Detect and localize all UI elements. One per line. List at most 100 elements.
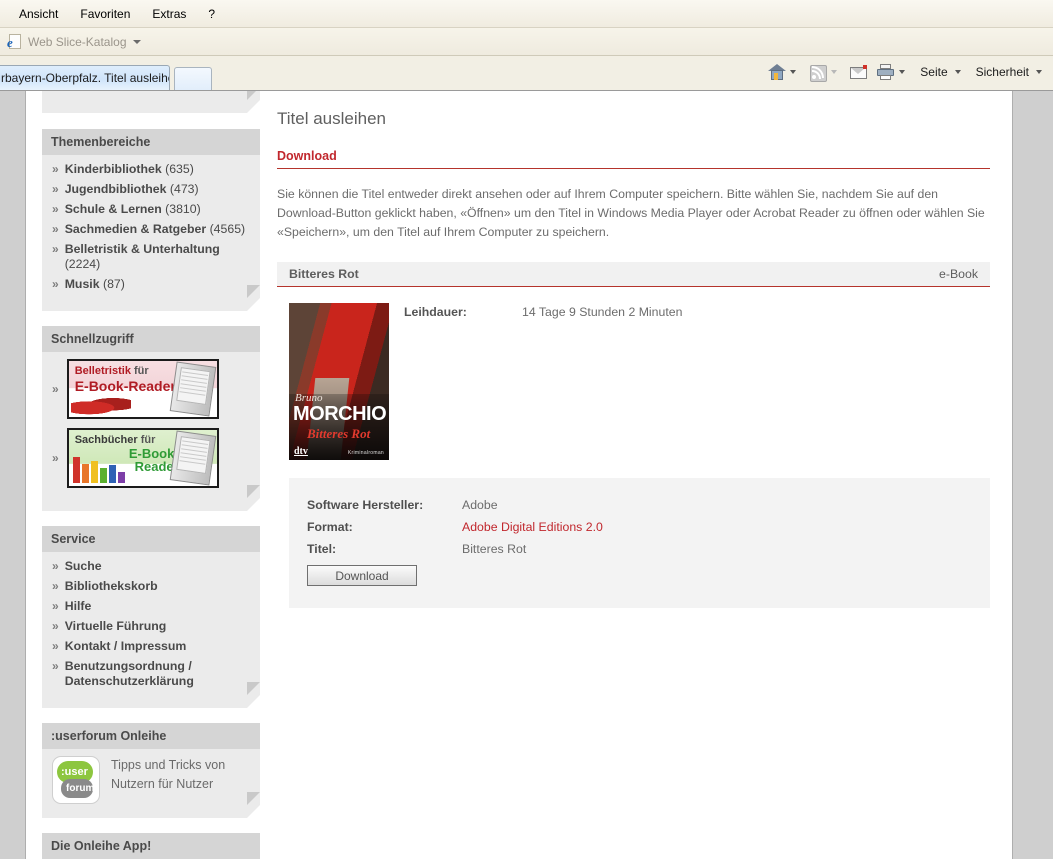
petal-graphic	[70, 397, 131, 415]
sidebar-item-suche[interactable]: Suche	[65, 559, 102, 574]
sidebar-item-label: Schule & Lernen	[64, 202, 162, 216]
favorites-bar: e Web Slice-Katalog	[0, 28, 1053, 56]
printer-icon	[876, 63, 895, 81]
list-item[interactable]: » Bibliothekskorb	[52, 579, 250, 594]
sidebar-box-title: Themenbereiche	[42, 129, 260, 155]
banner-row-belletristik[interactable]: » Belletristik für E-Book-Reader	[52, 359, 250, 419]
item-meta: Leihdauer: 14 Tage 9 Stunden 2 Minuten	[389, 303, 990, 460]
feeds-button[interactable]	[805, 58, 844, 86]
title-header-row: Bitteres Rot e-Book	[277, 262, 990, 287]
userforum-logo-bottom: forum	[66, 783, 95, 794]
list-item[interactable]: » Belletristik & Unterhaltung (2224)	[52, 242, 250, 272]
chevron-down-icon[interactable]	[790, 70, 797, 74]
tab-title: rbayern-Oberpfalz. Titel ausleihen	[1, 71, 170, 85]
browser-chrome: Ansicht Favoriten Extras ? e Web Slice-K…	[0, 0, 1053, 91]
sidebar-box-onleihe-app: Die Onleihe App! Für Android und iPhone/…	[42, 833, 260, 859]
list-item[interactable]: » Sachmedien & Ratgeber (4565)	[52, 222, 250, 237]
section-divider	[277, 168, 990, 169]
right-gutter	[1013, 91, 1053, 859]
chevron-down-icon[interactable]	[831, 70, 838, 74]
chevron-right-icon: »	[52, 242, 59, 256]
userforum-logo-icon: :user forum	[52, 756, 100, 804]
menu-item-favoriten[interactable]: Favoriten	[69, 4, 141, 24]
chevron-right-icon: »	[52, 382, 59, 396]
corner-fold-icon	[247, 91, 260, 113]
sidebar-item-virtuelle-fuehrung[interactable]: Virtuelle Führung	[65, 619, 167, 634]
chevron-right-icon: »	[52, 659, 59, 673]
banner-belletristik-ebook-reader[interactable]: Belletristik für E-Book-Reader	[66, 359, 219, 419]
page-viewport: Themenbereiche » Kinderbibliothek (635) …	[0, 91, 1053, 859]
ereader-icon	[169, 430, 216, 486]
banner-sachbuecher-ebook-reader[interactable]: Sachbücher für E-Book- Reader	[66, 428, 219, 488]
sidebar-item-kontakt-impressum[interactable]: Kontakt / Impressum	[65, 639, 187, 654]
title-row: Titel: Bitteres Rot	[307, 538, 972, 560]
chevron-right-icon: »	[52, 619, 59, 633]
sidebar: Themenbereiche » Kinderbibliothek (635) …	[26, 91, 261, 859]
list-item[interactable]: » Kinderbibliothek (635)	[52, 162, 250, 177]
list-item[interactable]: » Virtuelle Führung	[52, 619, 250, 634]
new-tab-button[interactable]	[174, 67, 212, 90]
list-item[interactable]: » Schule & Lernen (3810)	[52, 202, 250, 217]
sidebar-item-label: Jugendbibliothek	[64, 182, 167, 196]
chevron-down-icon[interactable]	[132, 39, 141, 44]
format-label: Format:	[307, 520, 353, 534]
sidebar-box-service: Service » Suche » Bibliothekskorb » Hilfe »…	[42, 526, 260, 708]
list-item[interactable]: » Benutzungsordnung / Datenschutzerklärun…	[52, 659, 250, 689]
list-item[interactable]: » Kontakt / Impressum	[52, 639, 250, 654]
format-row: Format: Adobe Digital Editions 2.0	[307, 516, 972, 538]
book-cover-image: Bruno MORCHIO Bitteres Rot dtv Kriminalr…	[289, 303, 389, 460]
cover-title: Bitteres Rot	[307, 426, 371, 441]
list-item[interactable]: » Musik (87)	[52, 277, 250, 292]
section-title-download: Download	[277, 149, 337, 163]
cover-publisher: dtv	[294, 446, 308, 457]
loan-duration-value: 14 Tage 9 Stunden 2 Minuten	[522, 305, 683, 319]
banner-line2: E-Book- Reader	[128, 446, 179, 474]
sidebar-item-count: (4565)	[209, 222, 246, 236]
userforum-text: Tipps und Tricks von Nutzern für Nutzer	[111, 758, 226, 791]
sidebar-item-benutzungsordnung[interactable]: Benutzungsordnung / Datenschutzerklärung	[65, 659, 250, 689]
print-button[interactable]	[873, 58, 912, 86]
list-item[interactable]: » Suche	[52, 559, 250, 574]
sidebar-box-title: Schnellzugriff	[42, 326, 260, 352]
chevron-down-icon	[954, 70, 961, 74]
chevron-down-icon[interactable]	[899, 70, 906, 74]
format-value[interactable]: Adobe Digital Editions 2.0	[462, 516, 603, 538]
mail-button[interactable]	[846, 58, 871, 86]
banner-line1: Belletristik für	[74, 365, 149, 377]
menu-item-help[interactable]: ?	[197, 4, 226, 24]
corner-fold-icon	[247, 682, 260, 708]
tab-active[interactable]: rbayern-Oberpfalz. Titel ausleihen	[0, 65, 170, 90]
menu-bar: Ansicht Favoriten Extras ?	[0, 0, 1053, 28]
chevron-right-icon: »	[52, 277, 59, 291]
item-media-type: e-Book	[939, 267, 978, 281]
home-icon	[767, 63, 787, 81]
menu-item-ansicht[interactable]: Ansicht	[8, 4, 69, 24]
item-title: Bitteres Rot	[289, 267, 359, 281]
service-list: » Suche » Bibliothekskorb » Hilfe » Virtuell…	[52, 559, 250, 689]
banner-line2: E-Book-Reader	[74, 378, 176, 394]
corner-fold-icon	[247, 285, 260, 311]
userforum-promo[interactable]: :user forum Tipps und Tricks von Nutzern…	[52, 756, 250, 804]
item-detail: Bruno MORCHIO Bitteres Rot dtv Kriminalr…	[277, 287, 990, 460]
userforum-logo-top: :user	[61, 766, 88, 778]
cover-genre: Kriminalroman	[347, 450, 384, 456]
tab-strip: rbayern-Oberpfalz. Titel ausleihen Seite…	[0, 56, 1053, 91]
list-item[interactable]: » Jugendbibliothek (473)	[52, 182, 250, 197]
home-button[interactable]	[764, 58, 803, 86]
security-menu-button[interactable]: Sicherheit	[970, 58, 1049, 86]
download-button[interactable]: Download	[307, 565, 417, 586]
sidebar-item-hilfe[interactable]: Hilfe	[65, 599, 92, 614]
sidebar-item-count: (3810)	[165, 202, 201, 216]
web-slice-catalog-label[interactable]: Web Slice-Katalog	[28, 35, 127, 49]
banner-line1: Sachbücher für	[74, 434, 156, 446]
sidebar-item-bibliothekskorb[interactable]: Bibliothekskorb	[65, 579, 158, 594]
chevron-right-icon: »	[52, 559, 59, 573]
list-item[interactable]: » Hilfe	[52, 599, 250, 614]
sidebar-item-label: Musik	[64, 277, 100, 291]
menu-item-extras[interactable]: Extras	[141, 4, 197, 24]
banner-row-sachbuecher[interactable]: » Sachbücher für E-Book- Reader	[52, 428, 250, 488]
page-title: Titel ausleihen	[277, 109, 386, 128]
page-menu-button[interactable]: Seite	[914, 58, 967, 86]
chevron-right-icon: »	[52, 202, 59, 216]
title-label: Titel:	[307, 542, 337, 556]
